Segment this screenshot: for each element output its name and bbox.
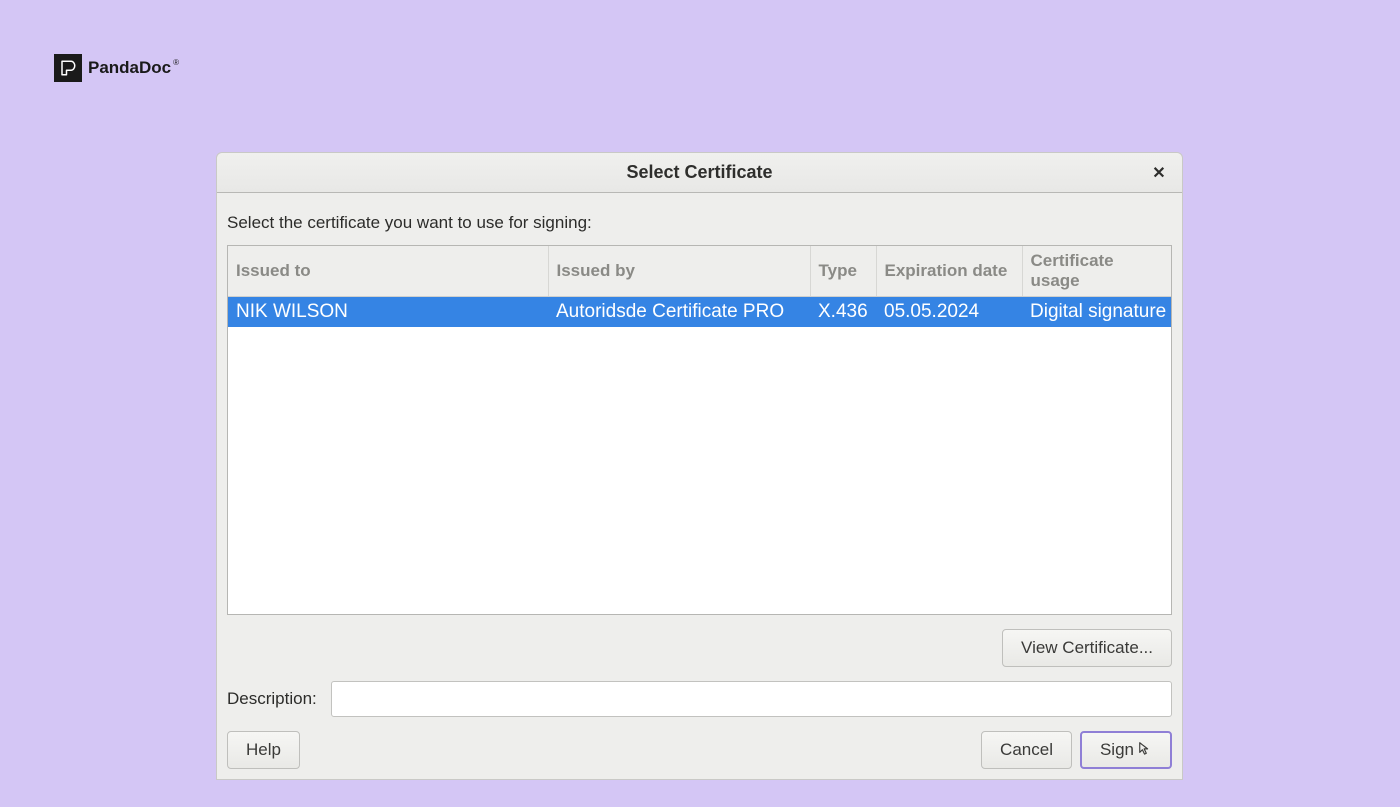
action-right-group: Cancel Sign	[981, 731, 1172, 769]
dialog-title: Select Certificate	[626, 162, 772, 183]
pandadoc-icon	[54, 54, 82, 82]
certificate-table: Issued to Issued by Type Expiration date…	[228, 246, 1171, 327]
table-row[interactable]: NIK WILSON Autoridsde Certificate PRO X.…	[228, 297, 1171, 328]
cell-expiration: 05.05.2024	[876, 297, 1022, 328]
sign-button[interactable]: Sign	[1080, 731, 1172, 769]
help-button[interactable]: Help	[227, 731, 300, 769]
description-input[interactable]	[331, 681, 1172, 717]
column-header-type[interactable]: Type	[810, 246, 876, 297]
cancel-button[interactable]: Cancel	[981, 731, 1072, 769]
column-header-issued-to[interactable]: Issued to	[228, 246, 548, 297]
trademark-symbol: ®	[173, 58, 179, 67]
column-header-usage[interactable]: Certificate usage	[1022, 246, 1171, 297]
description-row: Description:	[227, 681, 1172, 731]
table-header-row: Issued to Issued by Type Expiration date…	[228, 246, 1171, 297]
column-header-expiration[interactable]: Expiration date	[876, 246, 1022, 297]
cursor-icon	[1138, 740, 1152, 760]
cell-issued-by: Autoridsde Certificate PRO	[548, 297, 810, 328]
view-certificate-row: View Certificate...	[227, 615, 1172, 681]
brand-name: PandaDoc	[88, 58, 171, 78]
action-row: Help Cancel Sign	[227, 731, 1172, 769]
description-label: Description:	[227, 689, 317, 709]
view-certificate-button[interactable]: View Certificate...	[1002, 629, 1172, 667]
dialog-body: Select the certificate you want to use f…	[217, 193, 1182, 779]
cell-type: X.436	[810, 297, 876, 328]
brand-logo: PandaDoc ®	[54, 54, 183, 82]
select-certificate-dialog: Select Certificate ✕ Select the certific…	[216, 152, 1183, 780]
cell-usage: Digital signature	[1022, 297, 1171, 328]
dialog-instruction: Select the certificate you want to use f…	[227, 205, 1172, 245]
close-icon[interactable]: ✕	[1150, 164, 1168, 182]
sign-button-label: Sign	[1100, 740, 1134, 760]
certificate-table-container: Issued to Issued by Type Expiration date…	[227, 245, 1172, 615]
column-header-issued-by[interactable]: Issued by	[548, 246, 810, 297]
cell-issued-to: NIK WILSON	[228, 297, 548, 328]
dialog-titlebar: Select Certificate ✕	[217, 153, 1182, 193]
